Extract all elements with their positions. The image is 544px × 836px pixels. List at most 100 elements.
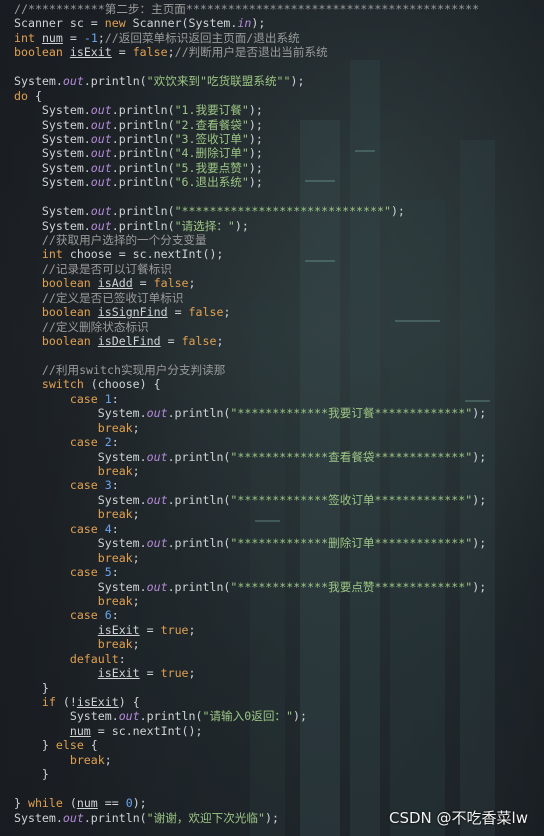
code-token: ); (248, 103, 263, 118)
code-token: System. (14, 117, 91, 132)
code-line: System.out.println("1.我要订餐"); (14, 103, 540, 117)
code-line: Scanner sc = new Scanner(System.in); (14, 16, 540, 30)
code-token: default (69, 651, 119, 666)
code-line: //记录是否可以订餐标识 (14, 262, 540, 276)
code-line: case 5: (14, 565, 540, 579)
code-line: isExit = true; (14, 623, 540, 637)
code-token: .println( (83, 810, 147, 825)
code-line: System.out.println("请输入0返回："); (14, 709, 540, 723)
code-line: break; (14, 464, 540, 478)
code-token: case (69, 608, 98, 623)
code-token: isExit (69, 45, 112, 60)
code-line: System.out.println("2.查看餐袋"); (14, 118, 540, 132)
code-token: ); (248, 146, 263, 161)
code-token: //判断用户是否退出当前系统 (174, 45, 328, 60)
code-line: System.out.println("*************删除订单***… (14, 536, 540, 550)
code-line: boolean isExit = false;//判断用户是否退出当前系统 (14, 45, 540, 59)
code-token: break (97, 637, 133, 652)
code-token: .println( (111, 146, 175, 161)
code-line: //获取用户选择的一个分支变量 (14, 233, 540, 247)
code-token: System. (14, 579, 147, 594)
code-token: false (181, 334, 217, 349)
code-token: //***********第二步：主页面********************… (14, 2, 480, 16)
code-token: ); (293, 709, 307, 724)
code-token: ; (97, 30, 105, 45)
code-token: .println( (167, 406, 231, 421)
code-line: //定义是否已签收订单标识 (14, 291, 540, 305)
code-token: ( (62, 796, 77, 811)
code-token: case (69, 391, 98, 406)
code-line: case 3: (14, 478, 540, 492)
code-token: .println( (111, 175, 175, 190)
code-token: System. (14, 103, 91, 118)
code-token: false (132, 45, 168, 60)
code-token: .println( (111, 160, 175, 175)
code-token: ); (472, 449, 487, 464)
code-token: } (14, 738, 56, 753)
code-token: ); (472, 492, 487, 507)
code-token: : (111, 608, 119, 623)
code-line: isExit = true; (14, 666, 540, 680)
code-token: "*************查看餐袋*************" (230, 449, 473, 464)
code-token: System. (14, 492, 147, 507)
code-token: case (69, 478, 98, 493)
code-line: System.out.println("********************… (14, 204, 540, 218)
code-token: out (90, 218, 112, 233)
code-token: break (97, 420, 133, 435)
code-line: //定义删除状态标识 (14, 320, 540, 334)
code-token: out (146, 406, 168, 421)
code-token: System. (14, 204, 91, 219)
code-token: //记录是否可以订餐标识 (14, 261, 172, 276)
code-line: //***********第二步：主页面********************… (14, 2, 540, 16)
code-token: : (111, 391, 119, 406)
code-token: System. (14, 709, 119, 724)
code-line: } else { (14, 738, 540, 752)
code-token: ; (104, 752, 112, 767)
code-token: else (55, 738, 84, 753)
code-token: "6.退出系统" (174, 175, 249, 190)
code-line: System.out.println("*************查看餐袋***… (14, 450, 540, 464)
code-line: System.out.println("3.签收订单"); (14, 132, 540, 146)
code-line: break; (14, 753, 540, 767)
code-token: System. (14, 175, 91, 190)
code-token: ; (132, 420, 140, 435)
code-token: .println( (167, 579, 231, 594)
code-line: do { (14, 89, 540, 103)
code-token: "3.签收订单" (174, 131, 249, 146)
code-line: if (!isExit) { (14, 695, 540, 709)
code-token: .println( (167, 449, 231, 464)
code-token: true (160, 666, 189, 681)
code-token: .println( (139, 709, 203, 724)
code-token: "5.我要点赞" (174, 160, 249, 175)
code-token: } (14, 680, 49, 695)
code-token: "*************我要点赞*************" (230, 579, 473, 594)
code-line: int num = -1;//返回菜单标识返回主页面/退出系统 (14, 31, 540, 45)
code-token: = (139, 622, 161, 637)
code-token: "谢谢，欢迎下次光临" (146, 810, 265, 825)
code-editor[interactable]: //***********第二步：主页面********************… (14, 2, 540, 825)
code-token: ); (234, 218, 249, 233)
code-token: = (62, 30, 84, 45)
code-token: num (69, 723, 91, 738)
code-token: int (14, 30, 35, 45)
code-token: case (69, 565, 98, 580)
code-token: System. (14, 810, 63, 825)
code-token: out (90, 146, 112, 161)
code-token: : (111, 478, 119, 493)
code-token: System. (14, 536, 147, 551)
code-token: isSignFind (97, 305, 168, 320)
code-token: out (62, 74, 84, 89)
code-token: "4.删除订单" (174, 146, 249, 161)
